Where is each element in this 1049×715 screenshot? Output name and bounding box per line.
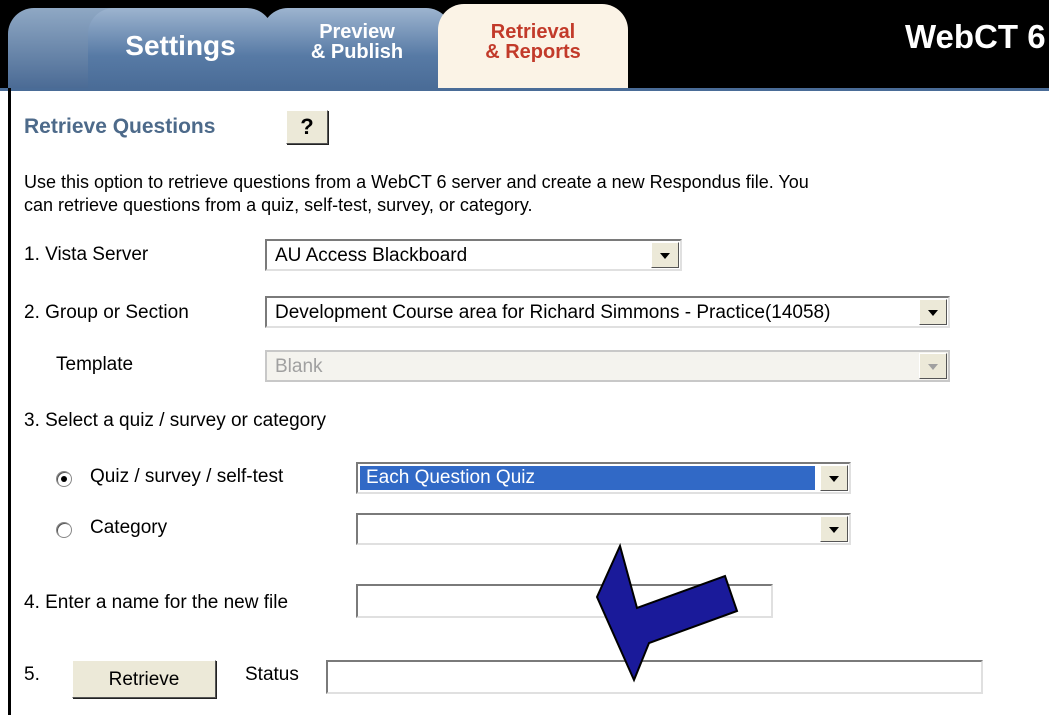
retrieve-questions-window: Settings Preview & Publish Retrieval & R… (0, 0, 1049, 715)
pointer-arrow-icon (595, 543, 739, 683)
pointer-arrow-shape (595, 543, 739, 683)
